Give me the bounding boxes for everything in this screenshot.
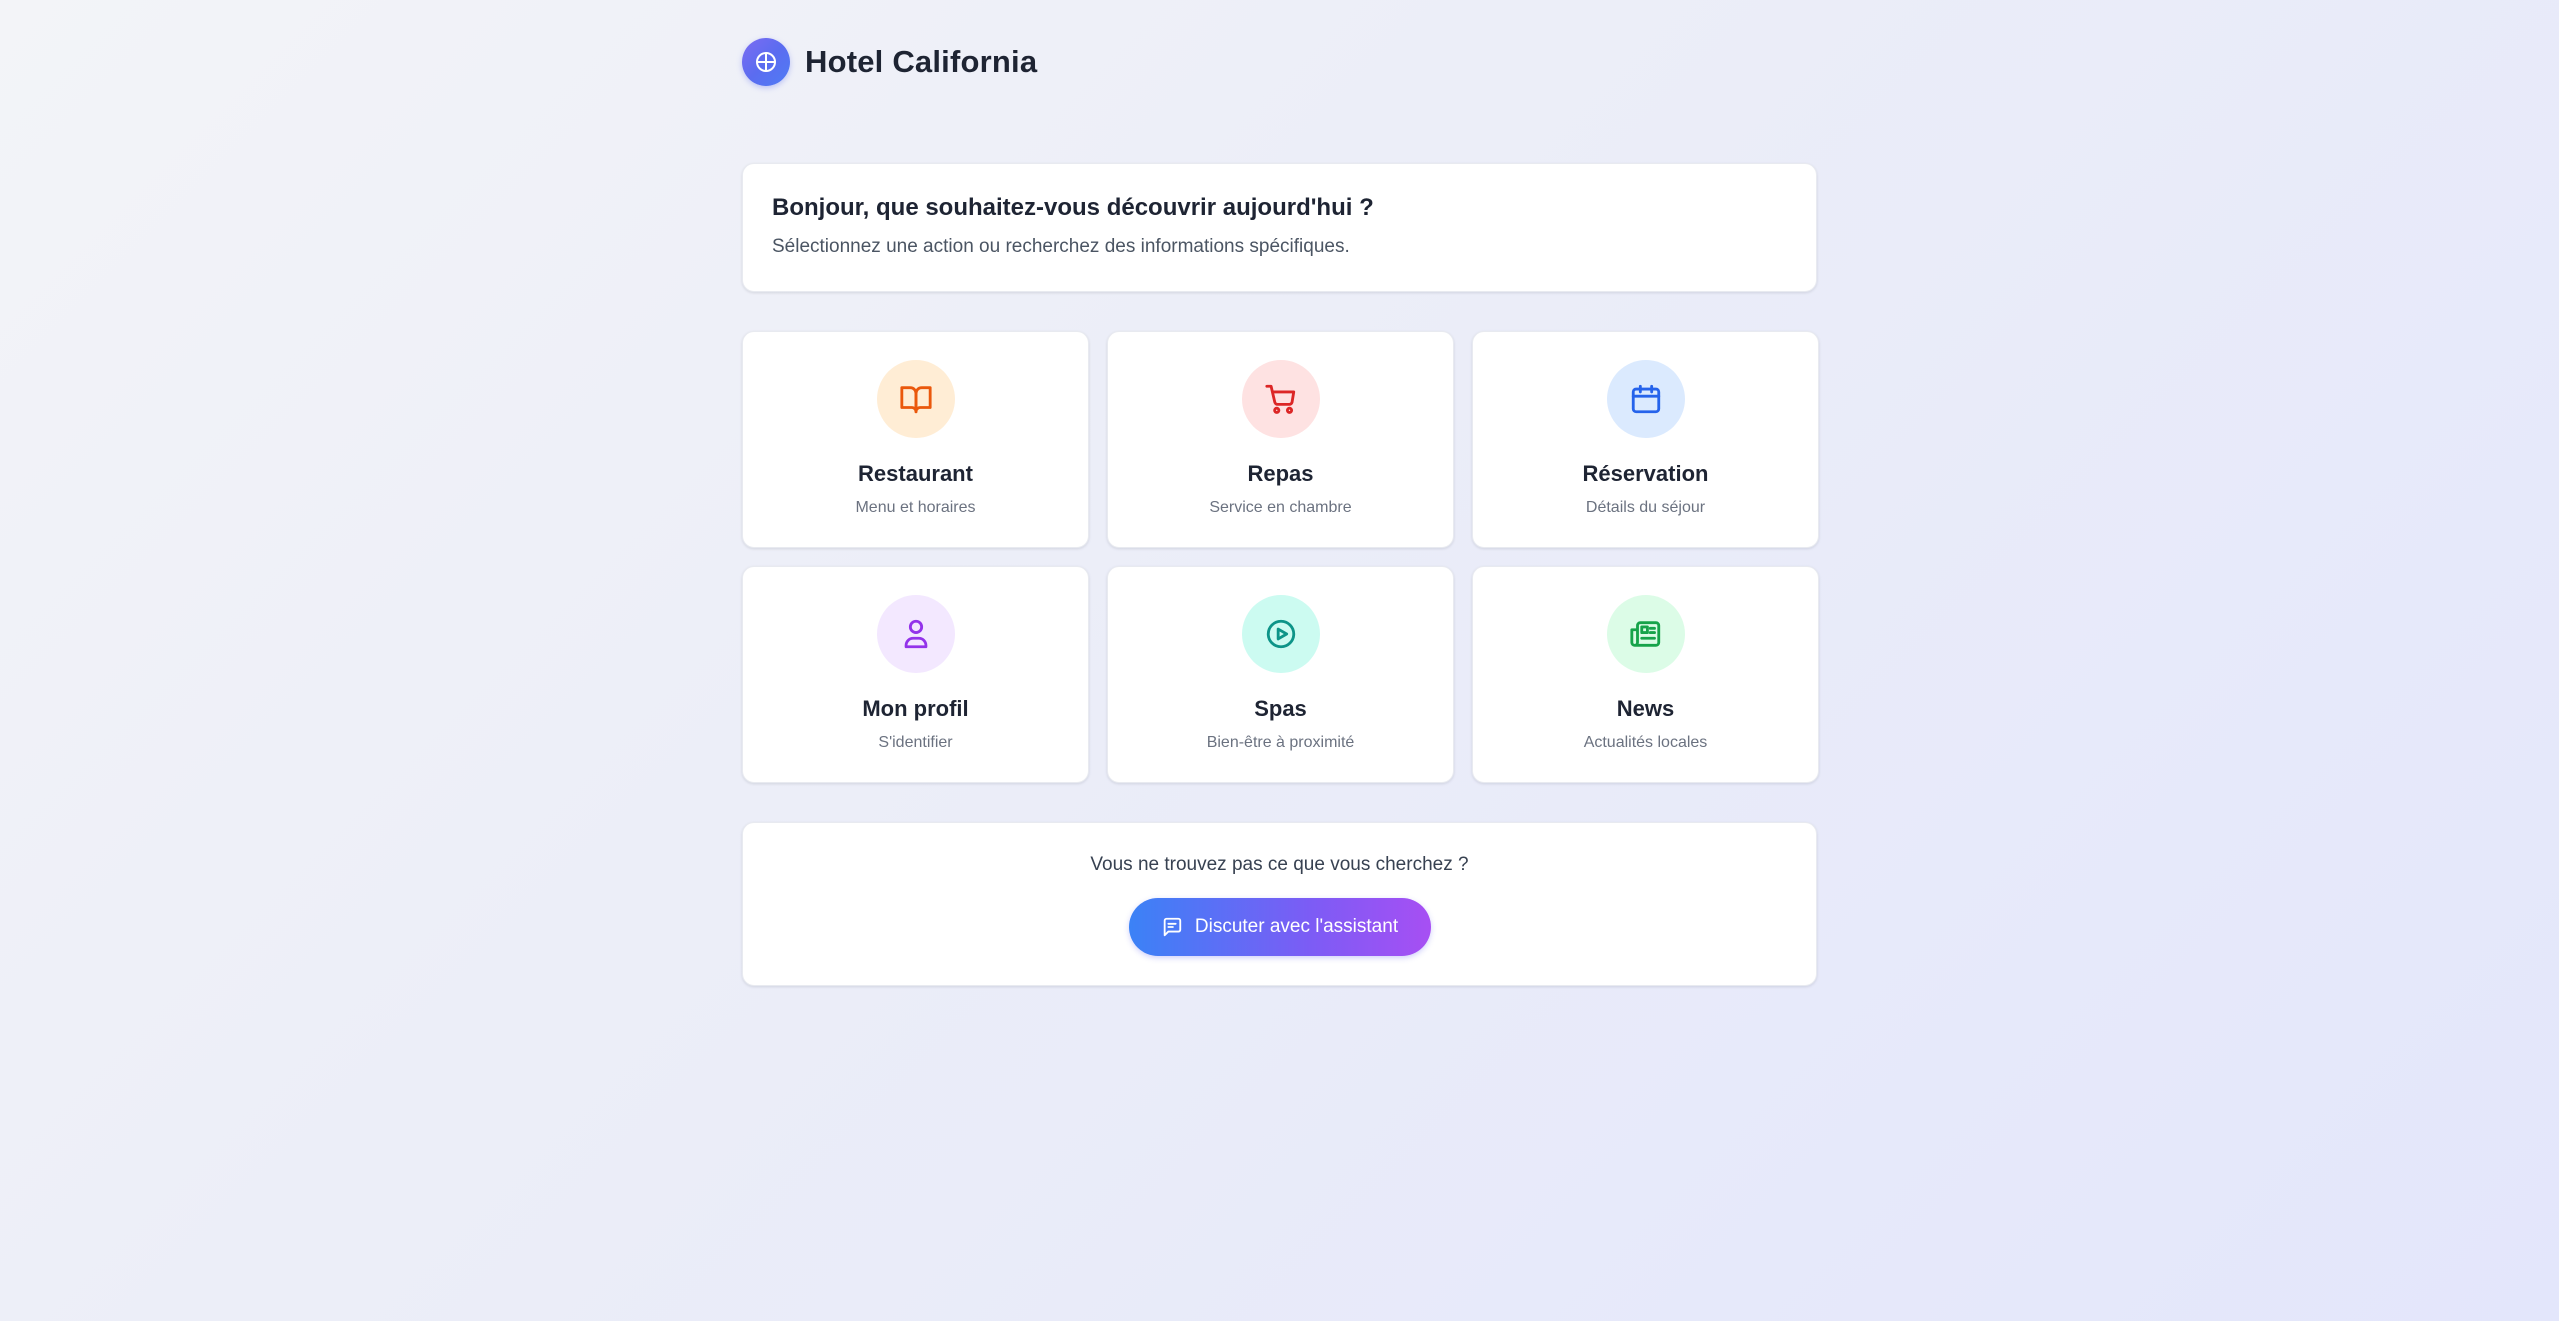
tile-title: Réservation — [1582, 461, 1709, 486]
action-grid: Restaurant Menu et horaires Repas Servic… — [742, 331, 1819, 783]
shopping-cart-icon — [1241, 360, 1320, 438]
chat-button-label: Discuter avec l'assistant — [1194, 916, 1399, 937]
tile-title: News — [1616, 696, 1675, 721]
tile-subtitle: Bien-être à proximité — [1206, 734, 1355, 751]
message-square-icon — [1161, 916, 1183, 938]
newspaper-icon — [1606, 595, 1685, 673]
tile-news[interactable]: News Actualités locales — [1472, 566, 1819, 783]
tile-title: Spas — [1254, 696, 1307, 721]
tile-title: Repas — [1247, 461, 1314, 486]
book-open-icon — [876, 360, 955, 438]
brand-header: Hotel California — [742, 38, 1817, 86]
tile-subtitle: Menu et horaires — [855, 499, 976, 516]
globe-icon — [742, 38, 790, 86]
tile-title: Mon profil — [862, 696, 969, 721]
tile-subtitle: Actualités locales — [1583, 734, 1708, 751]
tile-subtitle: S'identifier — [878, 734, 953, 751]
welcome-subtitle: Sélectionnez une action ou recherchez de… — [772, 236, 1350, 257]
chat-assistant-button[interactable]: Discuter avec l'assistant — [1128, 898, 1431, 956]
tile-mon-profil[interactable]: Mon profil S'identifier — [742, 566, 1089, 783]
welcome-card: Bonjour, que souhaitez-vous découvrir au… — [742, 163, 1817, 292]
user-icon — [876, 595, 955, 673]
welcome-title: Bonjour, que souhaitez-vous découvrir au… — [772, 194, 1374, 221]
tile-restaurant[interactable]: Restaurant Menu et horaires — [742, 331, 1089, 548]
tile-subtitle: Détails du séjour — [1585, 499, 1706, 516]
tile-spas[interactable]: Spas Bien-être à proximité — [1107, 566, 1454, 783]
play-circle-icon — [1241, 595, 1320, 673]
help-card: Vous ne trouvez pas ce que vous cherchez… — [742, 822, 1817, 986]
page-container: Hotel California Bonjour, que souhaitez-… — [742, 38, 1819, 986]
hotel-name: Hotel California — [805, 44, 1038, 79]
help-text: Vous ne trouvez pas ce que vous cherchez… — [1090, 854, 1469, 875]
tile-title: Restaurant — [858, 461, 973, 486]
tile-reservation[interactable]: Réservation Détails du séjour — [1472, 331, 1819, 548]
calendar-icon — [1606, 360, 1685, 438]
tile-repas[interactable]: Repas Service en chambre — [1107, 331, 1454, 548]
tile-subtitle: Service en chambre — [1209, 499, 1352, 516]
